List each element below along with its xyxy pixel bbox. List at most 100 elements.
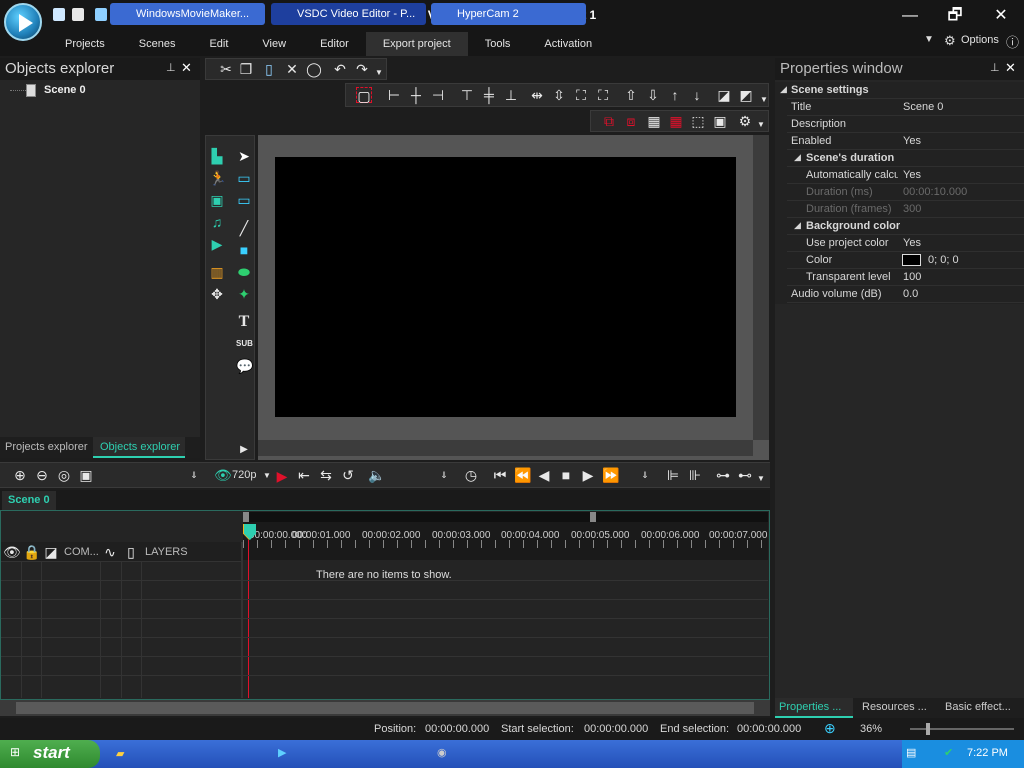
restore-button[interactable]: 🗗 <box>942 5 968 27</box>
blend-icon[interactable]: ◪ <box>43 544 59 560</box>
bring-to-front-icon[interactable]: ⇧ <box>623 87 639 103</box>
tab-scene-0[interactable]: Scene 0 <box>2 491 56 510</box>
repeat-icon[interactable]: ↺ <box>340 467 356 483</box>
lock-icon[interactable]: 🔒 <box>23 544 40 560</box>
delete-icon[interactable]: ✕ <box>284 61 300 77</box>
timeline-dropdown-icon[interactable]: ▼ <box>753 471 769 487</box>
prop-auto-calc[interactable]: Automatically calcul Yes <box>787 167 1024 184</box>
redo-icon[interactable]: ↷ <box>354 61 370 77</box>
fast-forward-icon[interactable]: ⏩ <box>602 467 619 483</box>
timer-icon[interactable]: ◷ <box>463 467 479 483</box>
callout-tool-icon[interactable]: 💬 <box>236 358 253 374</box>
zoom-in-icon[interactable]: ⊕ <box>12 467 28 483</box>
properties-pin-icon[interactable]: ⊥ <box>990 61 1000 74</box>
ungroup-icon[interactable]: ◩ <box>738 87 754 103</box>
grid-settings-icon[interactable]: ⚙ <box>737 113 753 129</box>
cut-region-icon[interactable]: ⊶ <box>715 467 731 483</box>
preview-eye-icon[interactable]: 👁 <box>214 467 232 483</box>
taskbar-item-hypercam[interactable]: HyperCam 2 <box>431 3 586 25</box>
rectangle-tool-icon[interactable]: ■ <box>236 242 252 258</box>
close-properties-icon[interactable]: ✕ <box>1005 60 1016 76</box>
tab-basic-effects[interactable]: Basic effect... <box>945 701 1011 713</box>
preview-hscrollbar[interactable] <box>258 440 753 456</box>
grid-icon[interactable]: ▦ <box>646 113 662 129</box>
layer-type-icon[interactable]: ▯ <box>123 544 139 560</box>
fit-timeline-icon[interactable]: ⊕ <box>824 720 836 737</box>
add-audio-icon[interactable]: ♫ <box>209 214 225 230</box>
align-bottom-icon[interactable]: ⊥ <box>503 87 519 103</box>
loop-icon[interactable]: ⇆ <box>318 467 334 483</box>
move-icon[interactable]: ✥ <box>209 286 225 302</box>
subtitle-tool-icon[interactable]: SUB <box>236 336 253 352</box>
range-start-handle[interactable] <box>243 512 249 522</box>
free-shape-icon[interactable]: ✦ <box>236 286 252 302</box>
add-object-icon[interactable]: ▭ <box>236 170 252 186</box>
menu-view[interactable]: View <box>245 32 303 56</box>
send-backward-icon[interactable]: ↓ <box>689 87 705 103</box>
split-right-icon[interactable]: ⊪ <box>687 467 703 483</box>
ellipse-tool-icon[interactable]: ⬬ <box>236 264 252 280</box>
paste-icon[interactable]: ▯ <box>261 61 277 77</box>
prop-enabled[interactable]: Enabled Yes <box>787 133 1024 150</box>
tab-resources[interactable]: Resources ... <box>862 701 927 713</box>
distribute-horizontal-icon[interactable]: ⇹ <box>529 87 545 103</box>
zoom-out-icon[interactable]: ⊖ <box>34 467 50 483</box>
prop-description[interactable]: Description <box>787 116 1024 133</box>
menu-scenes[interactable]: Scenes <box>122 32 193 56</box>
palette-expand-icon[interactable]: ▶ <box>236 442 252 458</box>
ribbon-collapse-icon[interactable]: ▼ <box>924 34 934 45</box>
add-chart-icon[interactable]: ▙ <box>209 148 225 164</box>
close-objects-explorer-icon[interactable]: ✕ <box>181 60 192 76</box>
send-to-back-icon[interactable]: ⇩ <box>645 87 661 103</box>
resolution-select[interactable]: 720p <box>232 469 256 481</box>
zoom-slider-thumb[interactable] <box>926 723 930 735</box>
tab-properties[interactable]: Properties ... <box>779 701 841 713</box>
go-start-icon[interactable]: ⏮ <box>492 467 508 483</box>
zoom-100-icon[interactable]: ◎ <box>56 467 72 483</box>
deselect-icon[interactable]: ◯ <box>306 61 322 77</box>
grid-snap-icon[interactable]: ▦ <box>668 113 684 129</box>
distribute-vertical-icon[interactable]: ⇳ <box>551 87 567 103</box>
pin-icon[interactable]: ⊥ <box>166 61 176 74</box>
text-tool-icon[interactable]: T <box>236 314 252 330</box>
align-top-icon[interactable]: ⊤ <box>459 87 475 103</box>
add-image-icon[interactable]: ▣ <box>209 192 225 208</box>
preview-vscrollbar[interactable] <box>753 135 769 440</box>
cut-icon[interactable]: ✂ <box>218 61 234 77</box>
snap-icon[interactable]: ⧉ <box>601 113 617 129</box>
redo-dropdown-icon[interactable]: ▼ <box>371 65 387 81</box>
color-swatch[interactable] <box>902 254 921 266</box>
timeline-scroll-thumb[interactable] <box>16 702 754 714</box>
copy-icon[interactable]: ❐ <box>238 61 254 77</box>
options-button[interactable]: Options <box>961 34 999 46</box>
menu-editor[interactable]: Editor <box>303 32 366 56</box>
split-left-icon[interactable]: ⊫ <box>665 467 681 483</box>
collapse-scene-settings-icon[interactable]: ◢ <box>780 84 787 95</box>
close-button[interactable]: ✕ <box>988 5 1014 27</box>
toolbar-more-2-icon[interactable]: ⇓ <box>436 467 452 483</box>
tab-objects-explorer[interactable]: Objects explorer <box>100 441 180 453</box>
menu-edit[interactable]: Edit <box>192 32 245 56</box>
rewind-icon[interactable]: ⏪ <box>514 467 531 483</box>
play-icon[interactable]: ▶ <box>580 467 596 483</box>
pointer-icon[interactable]: ➤ <box>236 148 252 164</box>
prop-audio-volume[interactable]: Audio volume (dB) 0.0 <box>787 286 1024 303</box>
prop-title[interactable]: Title Scene 0 <box>787 99 1024 116</box>
split-icon[interactable]: ⊷ <box>737 467 753 483</box>
grid-dropdown-icon[interactable]: ▼ <box>753 117 769 133</box>
toolbar-more-3-icon[interactable]: ⇓ <box>637 467 653 483</box>
range-end-handle[interactable] <box>590 512 596 522</box>
add-layer-icon[interactable]: ▭ <box>236 192 252 208</box>
align-middle-icon[interactable]: ╪ <box>481 87 497 103</box>
tree-item-scene-0[interactable]: Scene 0 <box>44 84 86 96</box>
visibility-eye-icon[interactable]: 👁 <box>3 544 21 560</box>
stop-icon[interactable]: ■ <box>558 467 574 483</box>
snap-objects-icon[interactable]: ⧈ <box>623 113 639 129</box>
timeline-range-bar[interactable] <box>243 512 768 522</box>
prop-transparent-level[interactable]: Transparent level 100 <box>787 269 1024 286</box>
minimize-button[interactable]: — <box>897 5 923 27</box>
help-icon[interactable]: ⓘ <box>1006 32 1019 51</box>
align-right-icon[interactable]: ⊣ <box>430 87 446 103</box>
preview-canvas[interactable] <box>275 157 736 417</box>
add-spectrum-icon[interactable]: ▥ <box>209 264 225 280</box>
